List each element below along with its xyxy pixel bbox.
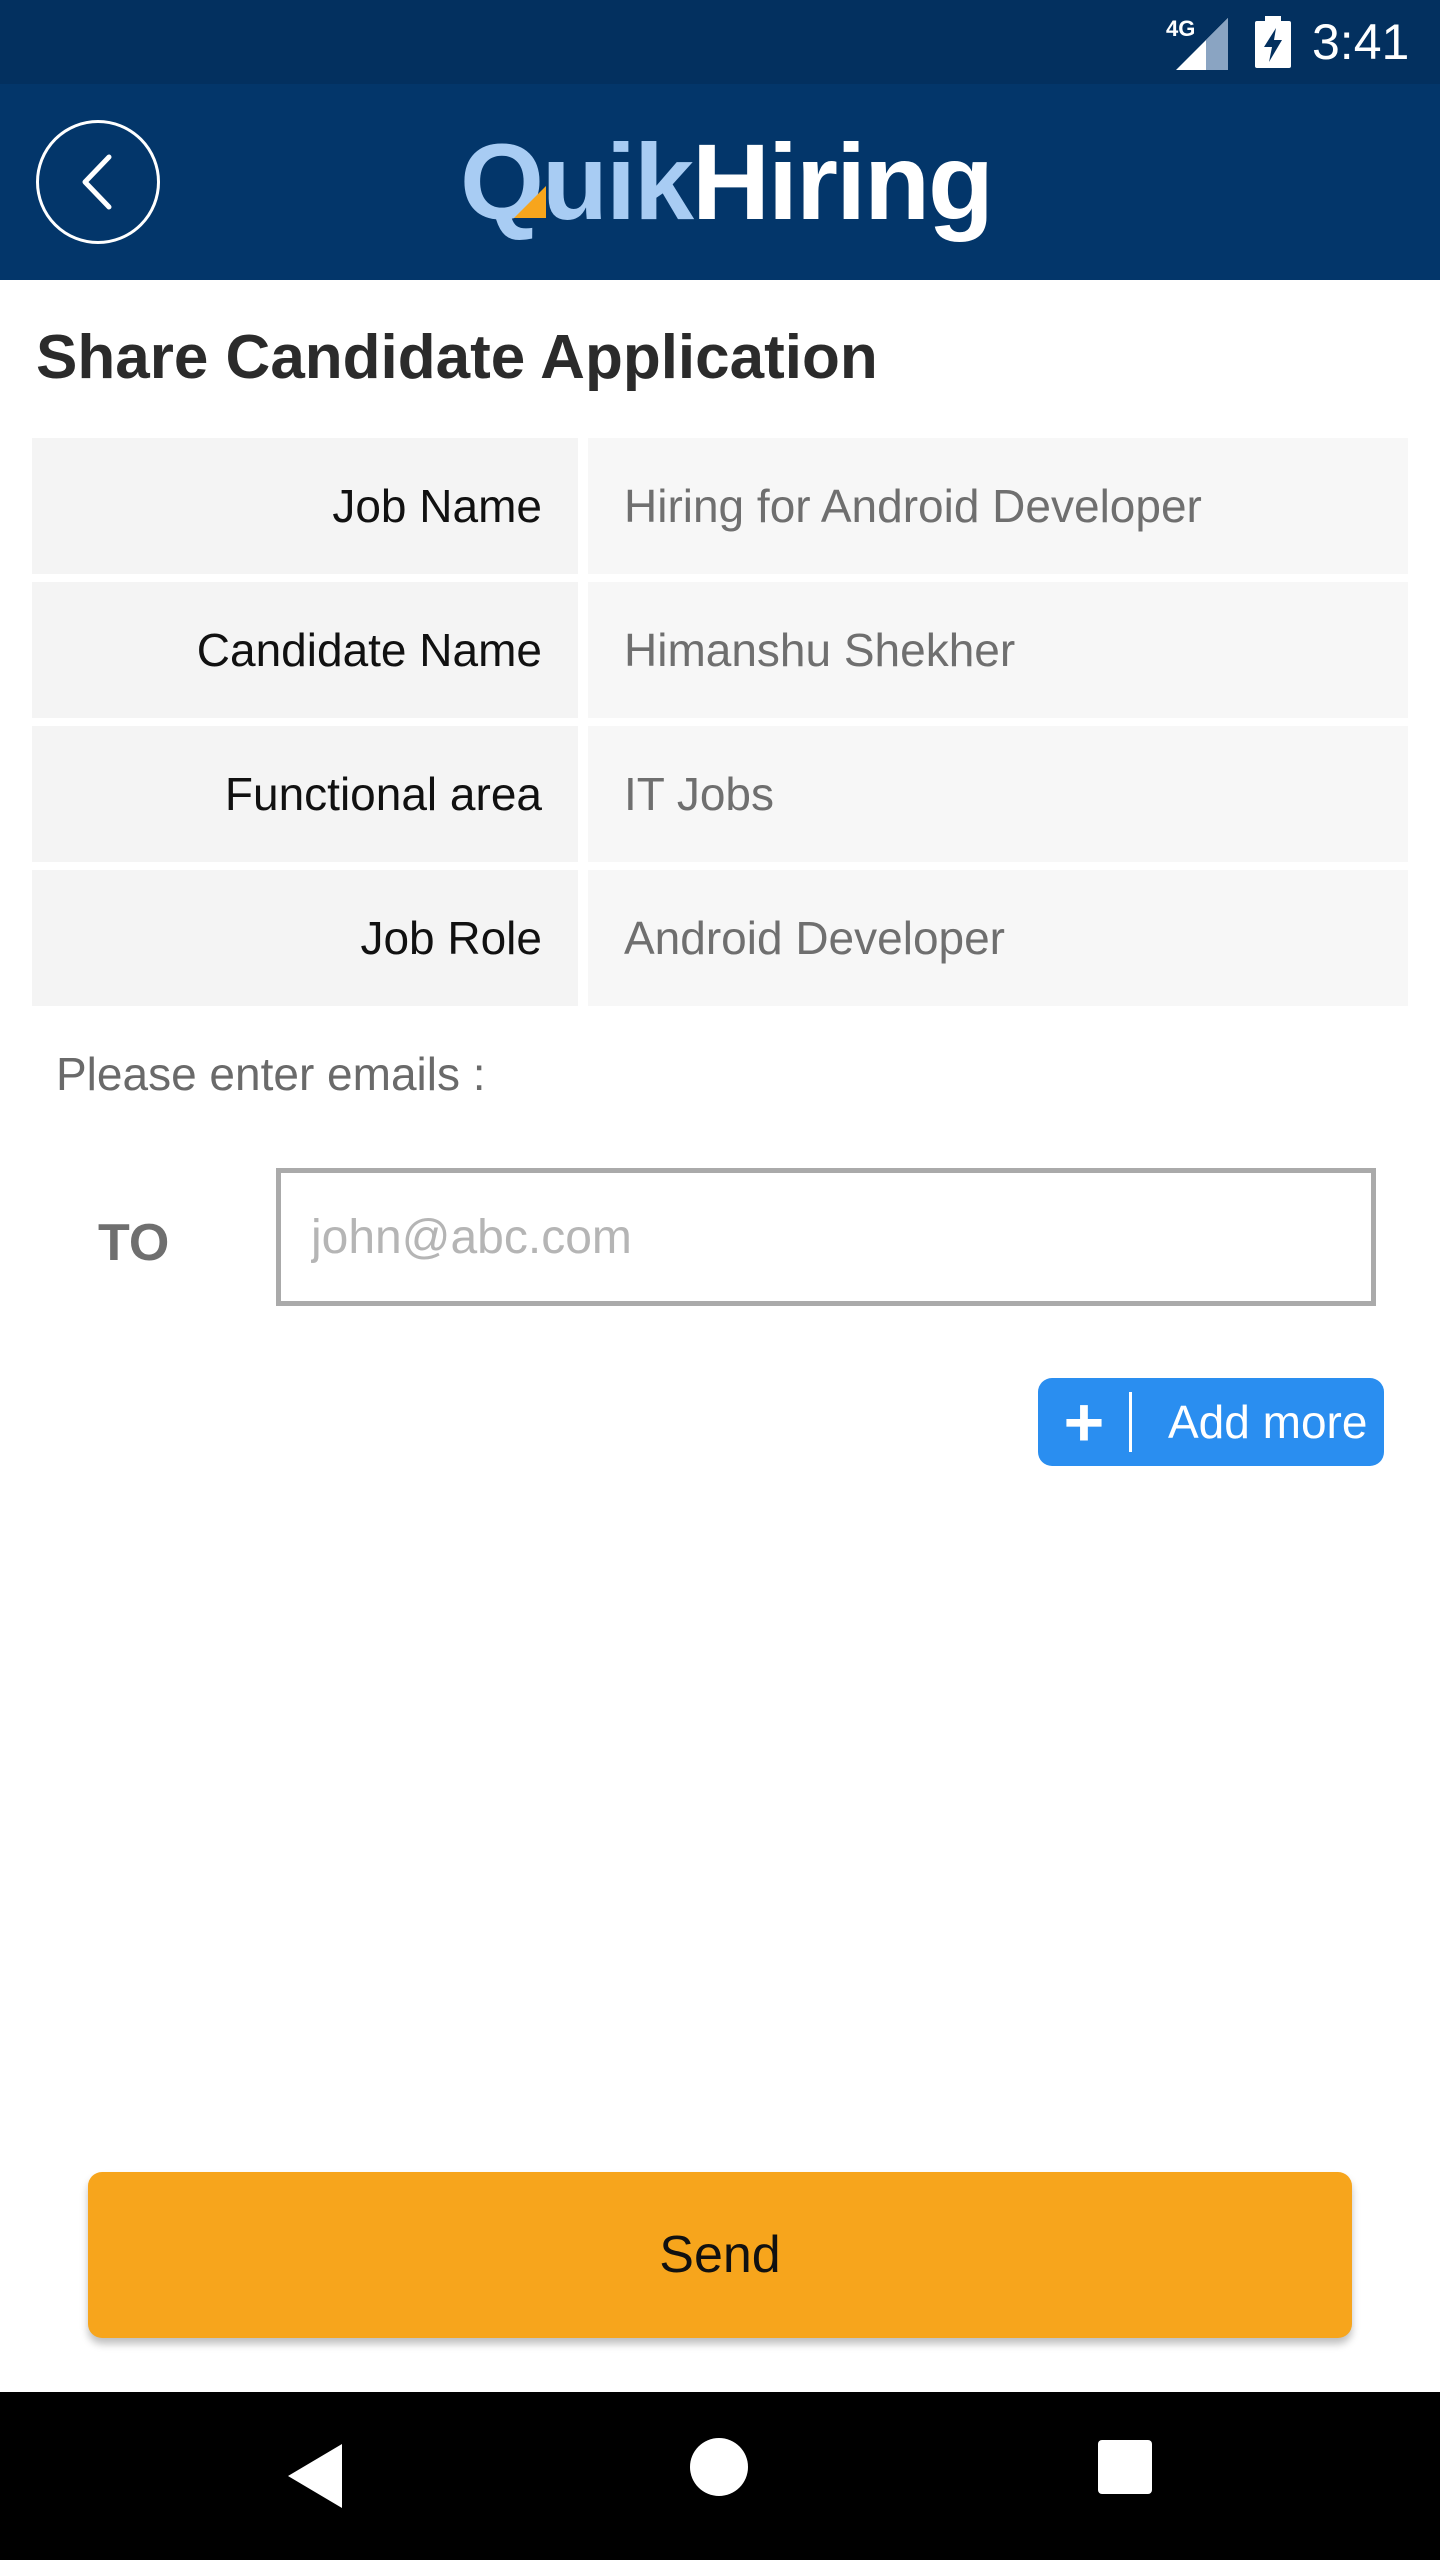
button-divider — [1129, 1392, 1132, 1452]
logo-hiring-text: Hiring — [692, 121, 994, 242]
detail-value: Android Developer — [588, 870, 1408, 1006]
detail-value: IT Jobs — [588, 726, 1408, 862]
system-nav-bar — [0, 2392, 1440, 2560]
detail-value: Himanshu Shekher — [588, 582, 1408, 718]
signal-icon — [1176, 18, 1228, 70]
detail-row-job-role: Job Role Android Developer — [32, 870, 1408, 1006]
to-label: TO — [98, 1214, 170, 1272]
status-bar: 4G 3:41 — [0, 0, 1440, 84]
add-more-label: Add more — [1168, 1396, 1368, 1448]
to-email-input[interactable] — [276, 1168, 1376, 1306]
clock: 3:41 — [1312, 14, 1410, 70]
detail-label: Job Role — [32, 870, 578, 1006]
back-button[interactable] — [36, 120, 160, 244]
detail-row-functional-area: Functional area IT Jobs — [32, 726, 1408, 862]
nav-back-icon[interactable] — [288, 2444, 342, 2508]
detail-row-candidate-name: Candidate Name Himanshu Shekher — [32, 582, 1408, 718]
detail-label: Candidate Name — [32, 582, 578, 718]
detail-label: Functional area — [32, 726, 578, 862]
nav-home-icon[interactable] — [690, 2438, 748, 2496]
application-details-table: Job Name Hiring for Android Developer Ca… — [32, 438, 1408, 1014]
add-more-button[interactable]: + Add more — [1038, 1378, 1384, 1466]
chevron-left-icon — [82, 154, 112, 210]
plus-icon: + — [1063, 1383, 1105, 1461]
logo-triangle-icon — [514, 186, 546, 218]
detail-value: Hiring for Android Developer — [588, 438, 1408, 574]
detail-row-job-name: Job Name Hiring for Android Developer — [32, 438, 1408, 574]
logo-quik-text: Quik — [460, 121, 694, 242]
page-title: Share Candidate Application — [36, 323, 878, 392]
share-application-screen: 4G 3:41 QuikHiring Share Candidate Appli… — [0, 0, 1440, 2560]
email-prompt: Please enter emails : — [56, 1048, 486, 1100]
quikhiring-logo: QuikHiring — [460, 121, 994, 242]
battery-charging-icon — [1255, 16, 1291, 68]
nav-recents-icon[interactable] — [1098, 2440, 1152, 2494]
send-button[interactable]: Send — [88, 2172, 1352, 2338]
app-bar: QuikHiring — [0, 84, 1440, 280]
detail-label: Job Name — [32, 438, 578, 574]
